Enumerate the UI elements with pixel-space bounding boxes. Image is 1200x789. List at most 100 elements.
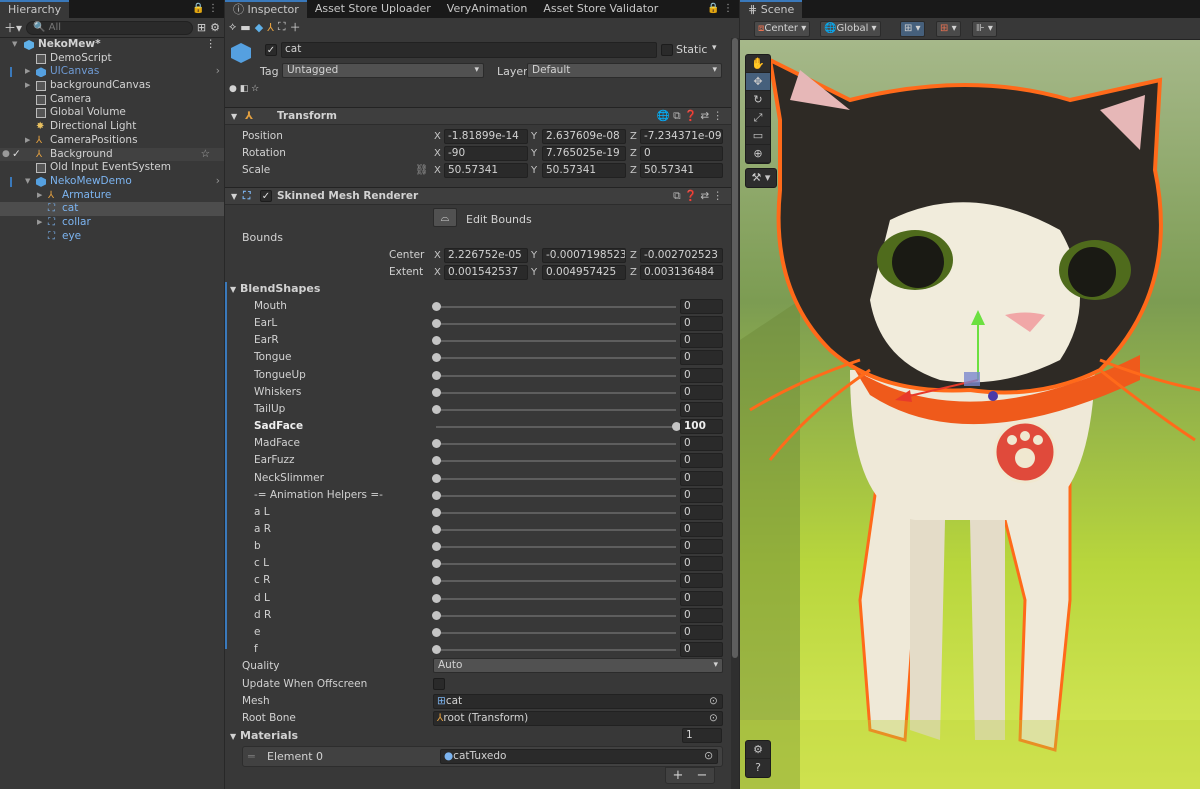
blendshape-slider-knob[interactable]	[432, 507, 441, 517]
blendshape-slider[interactable]	[436, 426, 676, 429]
blendshape-value[interactable]: 0	[680, 453, 723, 469]
blendshape-slider[interactable]	[436, 597, 676, 600]
space-dropdown[interactable]: 🌐Global ▾	[820, 21, 881, 37]
root-bone-field[interactable]: ⅄root (Transform)	[433, 711, 723, 726]
grid-snap-button[interactable]: ⊞ ▾	[900, 21, 925, 37]
layer-dropdown[interactable]: Default	[527, 63, 722, 78]
rotation-z[interactable]: 0	[640, 146, 723, 161]
transform-header[interactable]: ▼ ⅄ Transform 🌐 ⧉ ❓ ⇄ ⋮	[225, 107, 731, 125]
hierarchy-item-collar[interactable]: ▶ ⛶ collar	[0, 216, 224, 230]
hand-tool-icon[interactable]: ✋	[746, 55, 770, 73]
blendshape-slider[interactable]	[436, 477, 676, 480]
blendshape-slider-knob[interactable]	[432, 576, 441, 586]
position-y[interactable]: 2.637609e-08	[542, 129, 626, 144]
edit-bounds-button[interactable]: ⌓	[433, 208, 457, 227]
hierarchy-item-nekomewdemo[interactable]: ▼ NekoMewDemo ›	[0, 175, 224, 189]
blendshape-slider[interactable]	[436, 580, 676, 583]
blendshape-slider-knob[interactable]	[432, 627, 441, 637]
blendshape-value[interactable]: 0	[680, 470, 723, 486]
blendshape-value[interactable]: 0	[680, 590, 723, 606]
add-icon[interactable]: ＋▾	[4, 19, 22, 36]
blendshape-value[interactable]: 0	[680, 504, 723, 520]
mesh-icon[interactable]: ⛶	[278, 20, 286, 34]
tag-dropdown[interactable]: Untagged	[282, 63, 484, 78]
blendshape-slider-knob[interactable]	[432, 387, 441, 397]
tab-veryanimation[interactable]: VeryAnimation	[439, 0, 536, 18]
blendshape-slider[interactable]	[436, 494, 676, 497]
tab-asset-store-validator[interactable]: Asset Store Validator	[535, 0, 666, 18]
blendshape-slider[interactable]	[436, 649, 676, 651]
object-picker-icon[interactable]: ⊙	[709, 710, 718, 727]
blendshape-value[interactable]: 0	[680, 333, 723, 349]
add-icon[interactable]: ＋	[290, 19, 301, 35]
drag-handle-icon[interactable]: ═	[248, 750, 255, 763]
scene-visibility-icon[interactable]: ⊞	[197, 21, 206, 34]
blendshape-slider[interactable]	[436, 631, 676, 634]
hierarchy-item-camera[interactable]: Camera	[0, 93, 224, 107]
blendshape-slider-knob[interactable]	[432, 336, 441, 346]
blendshape-slider[interactable]	[436, 323, 676, 326]
quality-dropdown[interactable]: Auto	[433, 658, 723, 673]
hierarchy-item-directional-light[interactable]: ✸ Directional Light	[0, 120, 224, 134]
blendshape-slider-knob[interactable]	[432, 490, 441, 500]
link-icon[interactable]: ⛓	[415, 162, 428, 179]
transform-icon[interactable]: ⅄	[267, 21, 274, 34]
blendshapes-foldout[interactable]: ▼ BlendShapes	[230, 282, 320, 295]
static-checkbox[interactable]	[661, 44, 673, 56]
static-dropdown-icon[interactable]: ▾	[712, 43, 717, 53]
materials-foldout[interactable]: ▼ Materials	[230, 728, 298, 744]
mesh-field[interactable]: ⊞cat	[433, 694, 723, 709]
icon-dot[interactable]: ● ◧ ☆	[229, 84, 259, 94]
scene-viewport[interactable]: ✋ ✥ ↻ ⤢ ▭ ⊕ ⚒ ▾ ⚙ ?	[740, 40, 1200, 789]
update-offscreen-checkbox[interactable]	[433, 678, 445, 690]
smr-enabled-checkbox[interactable]: ✓	[260, 190, 272, 202]
pivot-icon[interactable]: ⟡	[229, 20, 236, 34]
rotate-tool-icon[interactable]: ↻	[746, 91, 770, 109]
blendshape-value[interactable]: 0	[680, 642, 723, 657]
center-x[interactable]: 2.226752e-05	[444, 248, 528, 263]
position-x[interactable]: -1.81899e-14	[444, 129, 528, 144]
lock-icon[interactable]: 🔒 ⋮	[192, 3, 218, 14]
hierarchy-item-eye[interactable]: ⛶ eye	[0, 230, 224, 244]
blendshape-slider[interactable]	[436, 306, 676, 308]
active-checkbox[interactable]: ✓	[265, 44, 277, 56]
scale-y[interactable]: 50.57341	[542, 163, 626, 178]
lock-icon[interactable]: 🔒 ⋮	[707, 3, 733, 14]
tab-scene[interactable]: ⋕ Scene	[740, 0, 803, 18]
custom-tool-icon[interactable]: ⚒ ▾	[746, 169, 776, 187]
blendshape-slider-knob[interactable]	[432, 353, 441, 363]
blendshape-slider-knob[interactable]	[432, 559, 441, 569]
object-picker-icon[interactable]: ⊙	[709, 693, 718, 710]
blendshape-slider[interactable]	[436, 391, 676, 394]
object-name-field[interactable]: cat	[281, 42, 657, 58]
add-button[interactable]: +	[673, 768, 684, 783]
extent-z[interactable]: 0.003136484	[640, 265, 723, 280]
center-y[interactable]: -0.0007198523	[542, 248, 626, 263]
search-input[interactable]: 🔍 All	[26, 20, 193, 35]
pivot-dropdown[interactable]: ⧈Center ▾	[754, 21, 811, 37]
blendshape-slider-knob[interactable]	[432, 542, 441, 552]
blendshape-value[interactable]: 0	[680, 556, 723, 572]
blendshape-slider[interactable]	[436, 563, 676, 566]
blendshape-value[interactable]: 0	[680, 316, 723, 332]
tab-asset-store-uploader[interactable]: Asset Store Uploader	[307, 0, 439, 18]
object-picker-icon[interactable]: ⊙	[704, 749, 713, 762]
blendshape-value[interactable]: 0	[680, 573, 723, 589]
blendshape-value[interactable]: 0	[680, 367, 723, 383]
blendshape-slider[interactable]	[436, 528, 676, 531]
blendshape-value[interactable]: 0	[680, 384, 723, 400]
blendshape-slider[interactable]	[436, 374, 676, 377]
blendshape-slider[interactable]	[436, 443, 676, 446]
rotation-x[interactable]: -90	[444, 146, 528, 161]
tab-inspector[interactable]: ⓘ Inspector	[225, 0, 307, 18]
hierarchy-item-armature[interactable]: ▶ ⅄ Armature	[0, 189, 224, 203]
extent-x[interactable]: 0.001542537	[444, 265, 528, 280]
increment-snap-button[interactable]: ⊪ ▾	[972, 21, 997, 37]
center-z[interactable]: -0.002702523	[640, 248, 723, 263]
blendshape-value[interactable]: 0	[680, 350, 723, 366]
extent-y[interactable]: 0.004957425	[542, 265, 626, 280]
folder-icon[interactable]: ▬	[240, 21, 250, 34]
help-icon[interactable]: ?	[746, 759, 770, 777]
scrollbar-thumb[interactable]	[732, 38, 738, 658]
hierarchy-item-demoscript[interactable]: DemoScript	[0, 52, 224, 66]
